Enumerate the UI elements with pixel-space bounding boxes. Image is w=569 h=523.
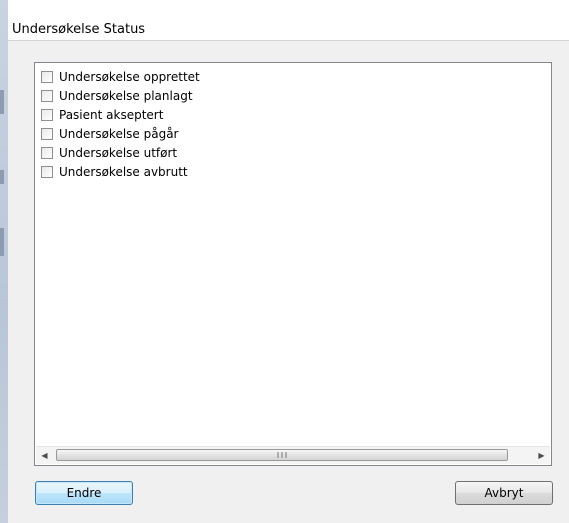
scroll-thumb[interactable] bbox=[56, 449, 508, 461]
scroll-grip-icon bbox=[277, 452, 287, 458]
checkbox[interactable] bbox=[41, 70, 53, 83]
status-item-label: Undersøkelse planlagt bbox=[59, 88, 193, 103]
dialog-title: Undersøkelse Status bbox=[12, 22, 146, 37]
parent-window-edge bbox=[0, 0, 8, 523]
checkbox[interactable] bbox=[41, 127, 53, 140]
edge-mark bbox=[0, 170, 4, 184]
edge-mark bbox=[0, 90, 4, 114]
status-item-label: Pasient akseptert bbox=[59, 107, 164, 122]
status-checkbox-list[interactable]: Undersøkelse opprettet Undersøkelse plan… bbox=[34, 62, 552, 466]
status-item-label: Undersøkelse opprettet bbox=[59, 69, 200, 84]
status-item-pagar[interactable]: Undersøkelse pågår bbox=[41, 124, 200, 143]
status-item-planlagt[interactable]: Undersøkelse planlagt bbox=[41, 86, 200, 105]
checkbox[interactable] bbox=[41, 108, 53, 121]
status-items: Undersøkelse opprettet Undersøkelse plan… bbox=[41, 67, 200, 181]
status-item-utfort[interactable]: Undersøkelse utført bbox=[41, 143, 200, 162]
arrow-left-icon[interactable]: ◀ bbox=[36, 447, 53, 464]
title-bar: Undersøkelse Status bbox=[8, 0, 569, 41]
checkbox[interactable] bbox=[41, 89, 53, 102]
checkbox[interactable] bbox=[41, 146, 53, 159]
status-item-label: Undersøkelse utført bbox=[59, 145, 178, 160]
status-item-avbrutt[interactable]: Undersøkelse avbrutt bbox=[41, 162, 200, 181]
edge-mark bbox=[0, 228, 4, 256]
horizontal-scrollbar[interactable]: ◀ ▶ bbox=[36, 446, 550, 464]
arrow-right-icon[interactable]: ▶ bbox=[533, 447, 550, 464]
change-button[interactable]: Endre bbox=[35, 481, 133, 505]
checkbox[interactable] bbox=[41, 165, 53, 178]
status-item-opprettet[interactable]: Undersøkelse opprettet bbox=[41, 67, 200, 86]
status-item-label: Undersøkelse pågår bbox=[59, 126, 179, 141]
status-dialog: Undersøkelse Status Undersøkelse opprett… bbox=[8, 0, 569, 523]
status-item-akseptert[interactable]: Pasient akseptert bbox=[41, 105, 200, 124]
cancel-button[interactable]: Avbryt bbox=[455, 481, 553, 505]
status-item-label: Undersøkelse avbrutt bbox=[59, 164, 188, 179]
